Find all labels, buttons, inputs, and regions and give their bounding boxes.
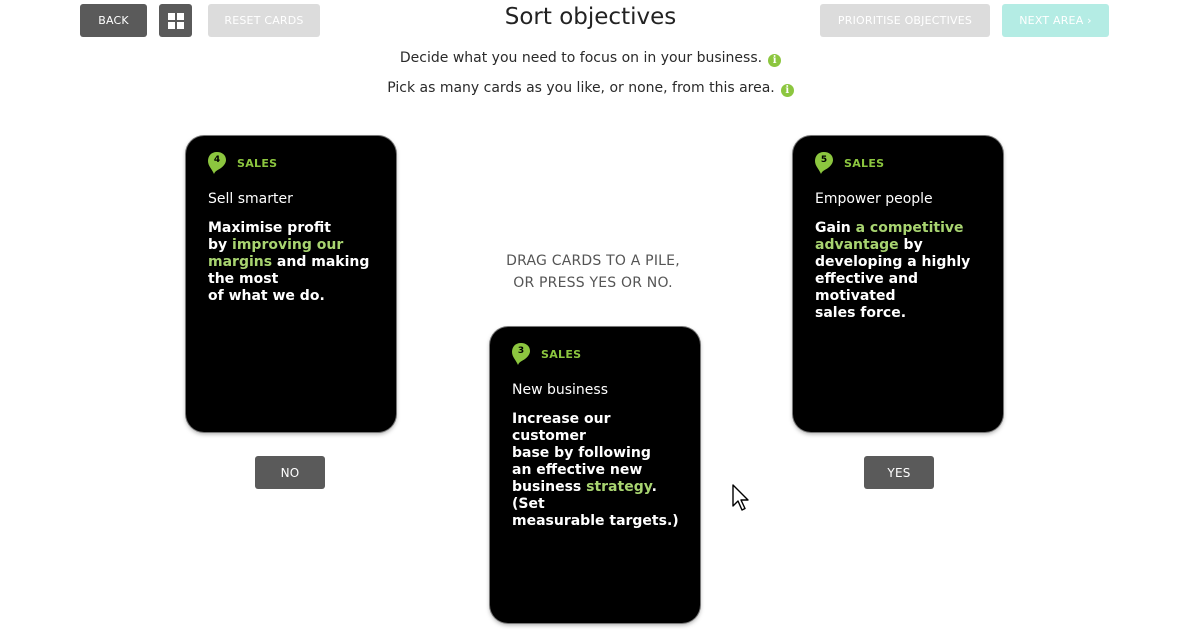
card-header: 4 SALES: [208, 152, 376, 174]
card-description: Gain a competitive advantage by developi…: [815, 220, 983, 322]
card-number: 4: [213, 155, 221, 165]
instruction-pick-text: Pick as many cards as you like, or none,…: [387, 80, 775, 96]
info-icon[interactable]: i: [768, 54, 782, 67]
mouse-cursor-icon: [732, 484, 750, 516]
yes-button[interactable]: YES: [864, 456, 934, 489]
drag-instruction: DRAG CARDS TO A PILE, OR PRESS YES OR NO…: [480, 250, 706, 294]
objective-card-sell-smarter[interactable]: 4 SALES Sell smarter Maximise profit by …: [186, 136, 396, 432]
objective-card-empower-people[interactable]: 5 SALES Empower people Gain a competitiv…: [793, 136, 1003, 432]
drag-instruction-line-2: OR PRESS YES OR NO.: [513, 275, 673, 291]
instruction-focus-text: Decide what you need to focus on in your…: [399, 50, 763, 66]
objective-card-new-business[interactable]: 3 SALES New business Increase our custom…: [490, 327, 700, 623]
card-text: Gain: [815, 220, 856, 236]
card-category: SALES: [237, 156, 278, 170]
no-button[interactable]: NO: [255, 456, 325, 489]
card-description: Increase our customer base by following …: [512, 411, 680, 530]
card-title: New business: [512, 382, 609, 398]
card-category: SALES: [541, 347, 582, 361]
card-number-badge-icon: 4: [208, 152, 226, 174]
page-title: Sort objectives: [504, 4, 677, 30]
card-number-badge-icon: 3: [512, 343, 530, 365]
instruction-pick: Pick as many cards as you like, or none,…: [0, 80, 1181, 97]
card-description: Maximise profit by improving our margins…: [208, 220, 376, 305]
card-category: SALES: [844, 156, 885, 170]
instruction-focus: Decide what you need to focus on in your…: [0, 50, 1181, 67]
card-title: Sell smarter: [208, 191, 293, 207]
card-number: 3: [517, 346, 525, 356]
card-header: 5 SALES: [815, 152, 983, 174]
info-icon[interactable]: i: [780, 84, 794, 97]
card-title: Empower people: [815, 191, 933, 207]
card-number-badge-icon: 5: [815, 152, 833, 174]
card-highlight-text: strategy: [586, 479, 652, 495]
card-header: 3 SALES: [512, 343, 680, 365]
card-number: 5: [820, 155, 828, 165]
drag-instruction-line-1: DRAG CARDS TO A PILE,: [506, 253, 680, 269]
